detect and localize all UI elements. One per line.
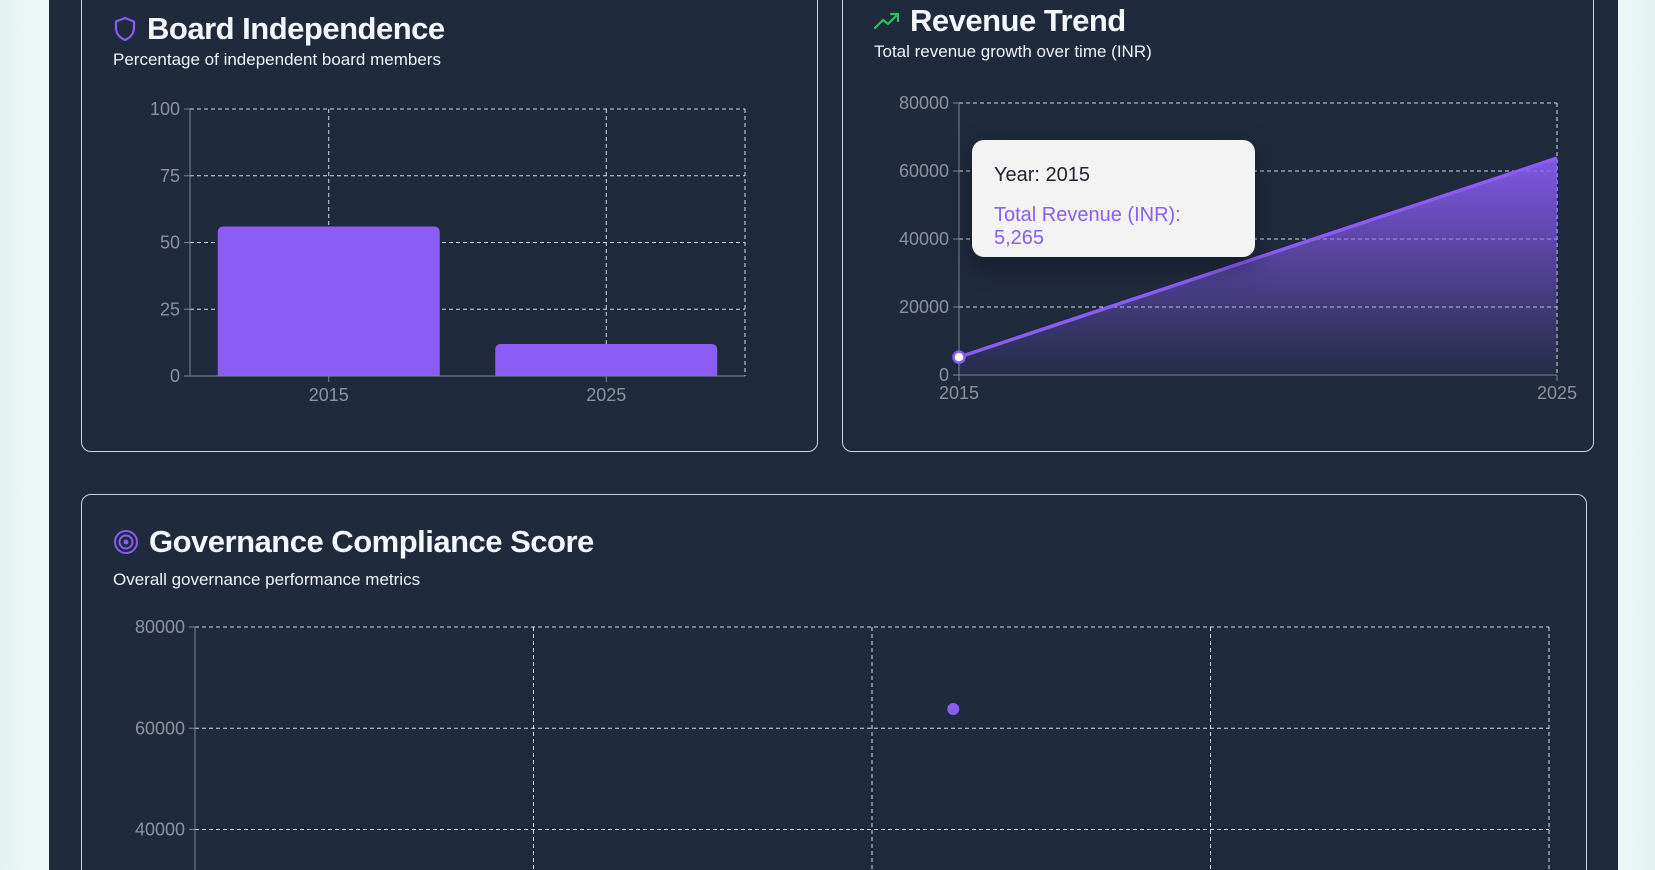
- active-point: [952, 350, 966, 364]
- x-tick-label: 2025: [1537, 383, 1577, 403]
- y-tick-label: 40000: [899, 229, 949, 249]
- governance-compliance-card: Governance Compliance Score Overall gove…: [81, 494, 1587, 870]
- y-tick-label: 0: [170, 366, 180, 386]
- y-tick-label: 75: [160, 166, 180, 186]
- chart-tooltip: Year: 2015 Total Revenue (INR): 5,265: [972, 140, 1255, 257]
- y-tick-label: 0: [939, 365, 949, 385]
- y-tick-label: 80000: [899, 93, 949, 113]
- board-independence-chart: 0 25 50 75 100 2015 2025: [150, 99, 746, 405]
- x-tick-label: 2015: [939, 383, 979, 403]
- y-tick-label: 20000: [899, 297, 949, 317]
- x-tick-label: 2015: [309, 385, 349, 405]
- dashboard-panel: Board Independence Percentage of indepen…: [49, 0, 1618, 870]
- y-tick-label: 25: [160, 299, 180, 319]
- y-tick-label: 60000: [135, 718, 185, 738]
- governance-compliance-chart: 40000 60000 80000: [135, 617, 1550, 870]
- y-tick-label: 60000: [899, 161, 949, 181]
- y-tick-label: 80000: [135, 617, 185, 637]
- tooltip-value: Total Revenue (INR): 5,265: [994, 204, 1181, 249]
- x-tick-label: 2025: [586, 385, 626, 405]
- scatter-point: [947, 703, 960, 716]
- revenue-trend-card: Revenue Trend Total revenue growth over …: [842, 0, 1594, 452]
- board-independence-card: Board Independence Percentage of indepen…: [81, 0, 818, 452]
- bar: [495, 343, 718, 376]
- y-tick-label: 50: [160, 233, 180, 253]
- bar: [217, 226, 440, 376]
- y-tick-label: 100: [150, 99, 180, 119]
- y-tick-label: 40000: [135, 820, 185, 840]
- tooltip-label: Year: 2015: [994, 164, 1091, 186]
